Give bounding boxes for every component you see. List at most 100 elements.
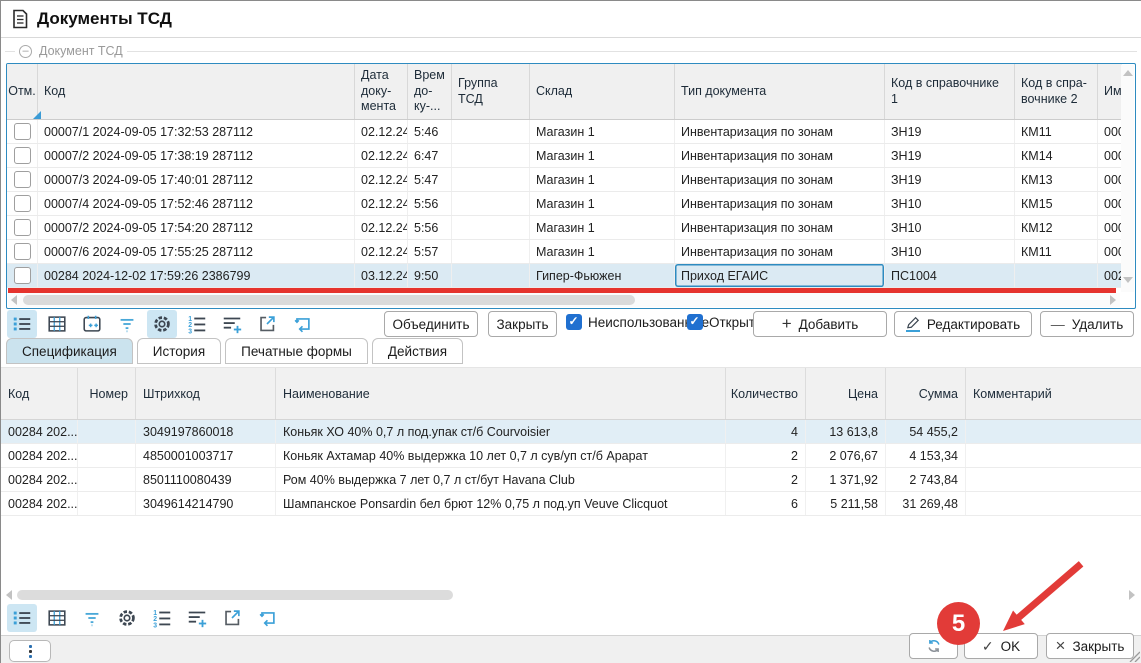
open-external-button[interactable] (252, 310, 282, 338)
row-checkbox[interactable] (14, 147, 31, 164)
col-header-comment[interactable]: Комментарий (966, 368, 1141, 419)
row-checkbox[interactable] (14, 123, 31, 140)
open-external-button[interactable] (217, 604, 247, 632)
col-header-group[interactable]: Группа ТСД (452, 64, 530, 119)
spec-row-selected[interactable]: 00284 202... 3049197860018 Коньяк ХО 40%… (1, 420, 1141, 444)
cell-time: 5:56 (408, 192, 452, 215)
cell-code: 00007/3 2024-09-05 17:40:01 287112 (38, 168, 355, 191)
cell-name: Шампанское Ponsardin бел брют 12% 0,75 л… (276, 492, 726, 515)
pencil-icon (906, 316, 920, 332)
row-checkbox[interactable] (14, 243, 31, 260)
numbered-list-icon: 123 (151, 607, 173, 629)
add-row-button[interactable] (182, 604, 212, 632)
view-grid-button[interactable] (42, 310, 72, 338)
specification-toolbar: 123 (7, 604, 282, 632)
col-header-code[interactable]: Код (38, 64, 355, 119)
bullet-list-icon (11, 313, 33, 335)
settings-button[interactable] (112, 604, 142, 632)
row-checkbox[interactable] (14, 195, 31, 212)
collapse-icon[interactable]: – (19, 45, 32, 58)
col-header-ref1[interactable]: Код в справочнике 1 (885, 64, 1015, 119)
tab-specification[interactable]: Спецификация (6, 338, 133, 364)
scroll-right-icon[interactable] (1129, 590, 1135, 600)
cell-barcode: 4850001003717 (136, 444, 276, 467)
cell-date: 02.12.24 (355, 144, 408, 167)
add-document-button[interactable]: + Добавить (753, 311, 887, 337)
tab-print-forms[interactable]: Печатные формы (225, 338, 368, 364)
view-list-button[interactable] (7, 604, 37, 632)
spec-row[interactable]: 00284 202... 8501110080439 Ром 40% выдер… (1, 468, 1141, 492)
numbered-list-button[interactable]: 123 (147, 604, 177, 632)
row-checkbox[interactable] (14, 171, 31, 188)
close-doc-button[interactable]: Закрыть (488, 311, 557, 337)
table-row[interactable]: 00007/2 2024-09-05 17:54:20 287112 02.12… (7, 216, 1122, 240)
table-row[interactable]: 00007/1 2024-09-05 17:32:53 287112 02.12… (7, 120, 1122, 144)
scroll-up-icon[interactable] (1123, 70, 1133, 76)
col-header-name[interactable]: Наименование (276, 368, 726, 419)
add-row-button[interactable] (217, 310, 247, 338)
scroll-left-icon[interactable] (6, 590, 12, 600)
calendar-add-button[interactable] (77, 310, 107, 338)
tab-actions[interactable]: Действия (372, 338, 463, 364)
table-row[interactable]: 00007/6 2024-09-05 17:55:25 287112 02.12… (7, 240, 1122, 264)
cell-price: 13 613,8 (806, 420, 886, 443)
scrollbar-thumb[interactable] (23, 295, 635, 305)
horizontal-scrollbar[interactable] (8, 293, 1120, 307)
spec-horizontal-scrollbar[interactable] (3, 588, 1123, 601)
col-header-price[interactable]: Цена (806, 368, 886, 419)
resize-grip[interactable] (1127, 649, 1140, 662)
edit-document-button[interactable]: Редактировать (894, 311, 1032, 337)
col-header-time[interactable]: Врем до- ку-... (408, 64, 452, 119)
repeat-button[interactable] (252, 604, 282, 632)
col-header-number[interactable]: Номер (78, 368, 136, 419)
tab-history[interactable]: История (137, 338, 221, 364)
filter-button[interactable] (77, 604, 107, 632)
table-row[interactable]: 00007/4 2024-09-05 17:52:46 287112 02.12… (7, 192, 1122, 216)
merge-button[interactable]: Объединить (384, 311, 478, 337)
col-header-code[interactable]: Код (1, 368, 78, 419)
more-menu-button[interactable] (9, 640, 51, 662)
table-row[interactable]: 00007/3 2024-09-05 17:40:01 287112 02.12… (7, 168, 1122, 192)
annotation-step-badge: 5 (937, 602, 980, 645)
scrollbar-thumb[interactable] (17, 590, 453, 600)
col-header-warehouse[interactable]: Склад (530, 64, 675, 119)
vertical-scrollbar[interactable] (1121, 65, 1134, 292)
filter-button[interactable] (112, 310, 142, 338)
unused-checkbox[interactable] (566, 314, 582, 330)
col-header-mark[interactable]: Отм. (7, 64, 38, 119)
col-header-qty[interactable]: Количество (726, 368, 806, 419)
cell-ref2: КМ15 (1015, 192, 1098, 215)
repeat-button[interactable] (287, 310, 317, 338)
row-checkbox[interactable] (14, 267, 31, 284)
delete-document-button[interactable]: — Удалить (1040, 311, 1134, 337)
cell-ref1: ЗН19 (885, 120, 1015, 143)
col-header-ref2[interactable]: Код в спра- вочнике 2 (1015, 64, 1098, 119)
cell-group (452, 240, 530, 263)
col-header-barcode[interactable]: Штрихкод (136, 368, 276, 419)
col-header-date[interactable]: Дата доку- мента (355, 64, 408, 119)
view-grid-button[interactable] (42, 604, 72, 632)
cell-ref1: ЗН19 (885, 144, 1015, 167)
table-row[interactable]: 00007/2 2024-09-05 17:38:19 287112 02.12… (7, 144, 1122, 168)
cell-group (452, 120, 530, 143)
open-checkbox[interactable] (687, 314, 703, 330)
col-header-sum[interactable]: Сумма (886, 368, 966, 419)
view-list-button[interactable] (7, 310, 37, 338)
table-grid-icon (46, 607, 68, 629)
settings-button[interactable] (147, 310, 177, 338)
cell-qty: 4 (726, 420, 806, 443)
col-header-doc-type[interactable]: Тип документа (675, 64, 885, 119)
table-grid-icon (46, 313, 68, 335)
numbered-list-button[interactable]: 123 (182, 310, 212, 338)
spec-row[interactable]: 00284 202... 3049614214790 Шампанское Po… (1, 492, 1141, 516)
row-checkbox[interactable] (14, 219, 31, 236)
scroll-down-icon[interactable] (1123, 277, 1133, 283)
scroll-right-icon[interactable] (1110, 295, 1116, 305)
cell-ref2: КМ13 (1015, 168, 1098, 191)
col-header-name[interactable]: Им (1098, 64, 1122, 119)
spec-row[interactable]: 00284 202... 4850001003717 Коньяк Ахтама… (1, 444, 1141, 468)
table-row-selected[interactable]: 00284 2024-12-02 17:59:26 2386799 03.12.… (7, 264, 1122, 288)
svg-text:3: 3 (188, 329, 192, 335)
cell-code: 00007/1 2024-09-05 17:32:53 287112 (38, 120, 355, 143)
scroll-left-icon[interactable] (11, 295, 17, 305)
